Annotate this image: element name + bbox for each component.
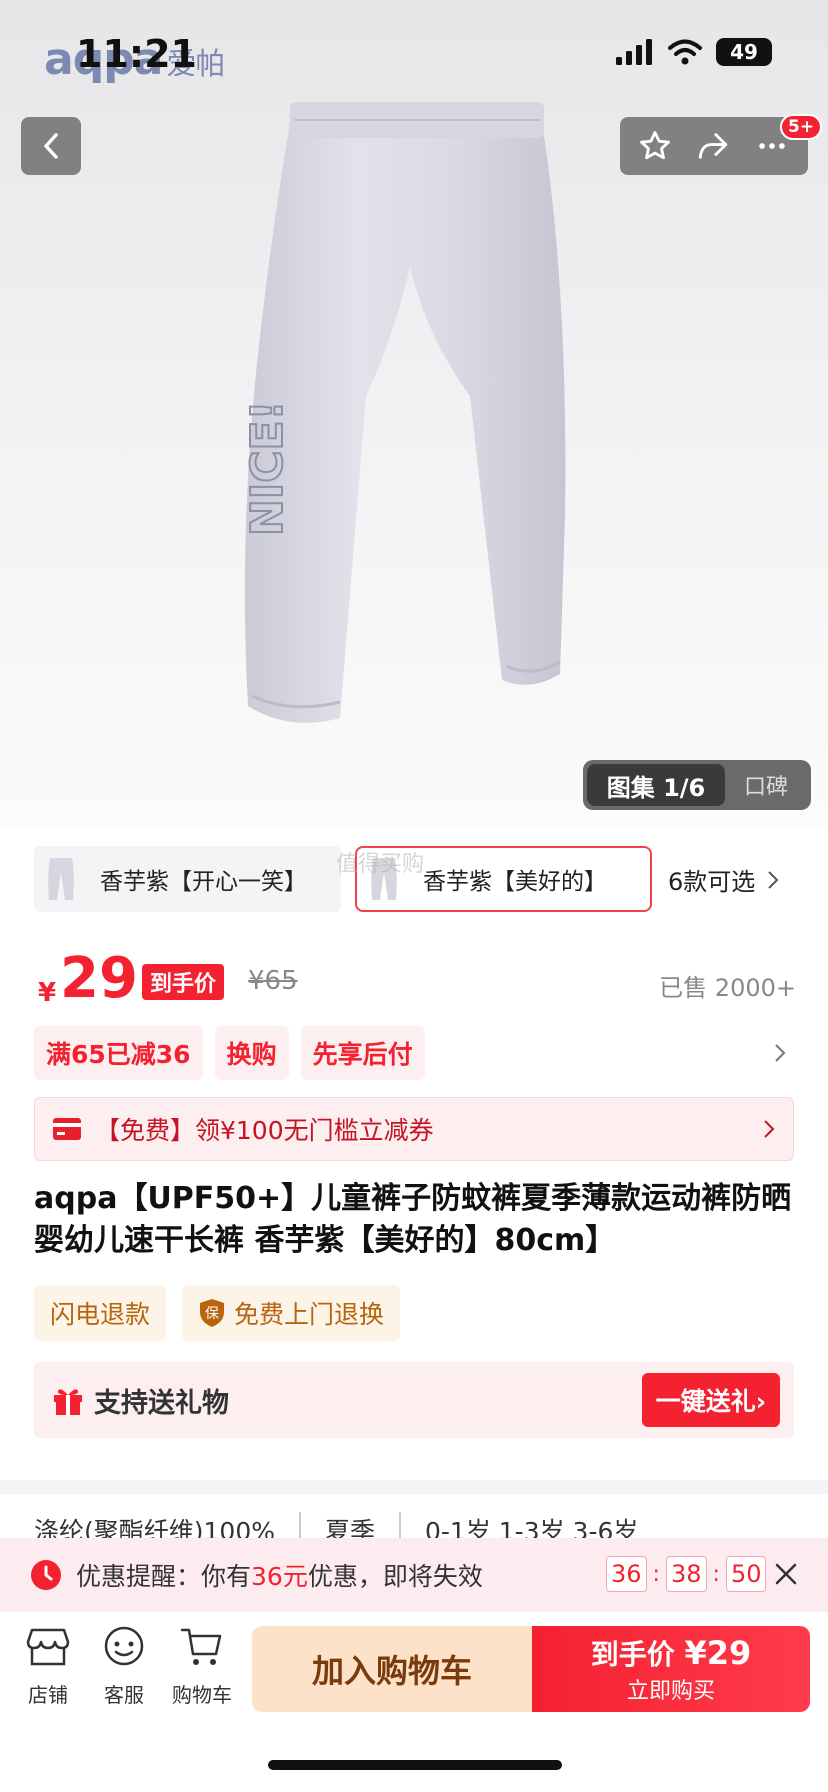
variant-option[interactable]: 香芋紫【开心一笑】 xyxy=(34,846,341,912)
price-row: ¥ 29 到手价 ¥65 已售 2000+ xyxy=(36,946,796,1014)
signal-icon xyxy=(616,39,652,65)
final-price-tag: 到手价 xyxy=(142,964,225,1000)
back-button[interactable] xyxy=(21,117,81,175)
send-gift-button[interactable]: 一键送礼› xyxy=(641,1373,780,1427)
status-icons: 49 xyxy=(616,38,772,66)
product-title: aqpa【UPF50+】儿童裤子防蚊裤夏季薄款运动裤防晒婴幼儿速干长裤 香芋紫【… xyxy=(34,1181,792,1258)
chevron-right-icon[interactable] xyxy=(774,1043,786,1063)
buy-now-button[interactable]: 到手价 ¥29 立即购买 xyxy=(532,1626,810,1712)
service-tag-fast-refund[interactable]: 闪电退款 xyxy=(34,1285,167,1341)
nav-store[interactable]: 店铺 xyxy=(12,1626,84,1708)
svg-text:保: 保 xyxy=(205,1306,219,1322)
shield-icon: 保 xyxy=(200,1299,225,1327)
star-icon[interactable] xyxy=(638,129,672,163)
countdown-seconds: 50 xyxy=(725,1556,767,1592)
gift-banner: 支持送礼物 一键送礼› xyxy=(34,1362,794,1438)
nav-cart[interactable]: 购物车 xyxy=(166,1626,238,1708)
nav-label: 购物车 xyxy=(172,1683,232,1707)
nav-label: 客服 xyxy=(104,1683,144,1707)
reminder-text: 优惠提醒：你有36元优惠，即将失效 xyxy=(76,1562,483,1591)
wifi-icon xyxy=(668,39,702,65)
chevron-right-icon xyxy=(768,870,779,889)
store-icon xyxy=(26,1628,70,1666)
service-tag-free-return[interactable]: 保 免费上门退换 xyxy=(182,1285,401,1341)
currency-symbol: ¥ xyxy=(38,978,57,1008)
gallery-tab-images[interactable]: 图集 1/6 xyxy=(587,764,725,806)
watermark: 值得买购 xyxy=(336,852,425,877)
svg-text:NICE!: NICE! xyxy=(242,400,293,536)
nav-customer-service[interactable]: 客服 xyxy=(88,1626,160,1708)
more-variants-link[interactable]: 6款可选 xyxy=(668,862,779,897)
notification-badge: 5+ xyxy=(780,114,823,140)
home-indicator xyxy=(268,1760,562,1770)
customer-service-icon xyxy=(104,1626,144,1666)
original-price: ¥65 xyxy=(248,966,298,996)
countdown-timer: 36 : 38 : 50 xyxy=(606,1556,767,1592)
close-icon[interactable] xyxy=(772,1560,800,1588)
gallery-switcher[interactable]: 图集 1/6 口碑 xyxy=(583,760,811,810)
service-label: 免费上门退换 xyxy=(234,1300,385,1329)
coupon-card-icon xyxy=(53,1118,81,1140)
final-price: 29 xyxy=(60,946,138,1011)
service-tags: 闪电退款 保 免费上门退换 xyxy=(34,1285,401,1341)
promotion-tags[interactable]: 满65已减36 换购 先享后付 xyxy=(34,1024,794,1082)
add-to-cart-button[interactable]: 加入购物车 xyxy=(252,1626,532,1712)
nav-label: 店铺 xyxy=(28,1683,68,1707)
product-photo: NICE! xyxy=(241,102,566,723)
share-icon[interactable] xyxy=(695,129,731,163)
service-label: 闪电退款 xyxy=(50,1300,151,1329)
gallery-tab-reviews[interactable]: 口碑 xyxy=(725,769,807,801)
countdown-minutes: 38 xyxy=(665,1556,707,1592)
status-time: 11:21 xyxy=(76,32,197,76)
gift-label: 支持送礼物 xyxy=(94,1387,229,1419)
battery-indicator: 49 xyxy=(716,38,772,66)
bottom-action-bar: 店铺 客服 购物车 加入购物车 到手价 ¥29 立即购买 xyxy=(0,1612,828,1792)
discount-reminder-bar: 优惠提醒：你有36元优惠，即将失效 36 : 38 : 50 xyxy=(0,1538,828,1612)
cart-icon xyxy=(180,1628,222,1665)
chevron-left-icon xyxy=(44,133,58,159)
promo-tag[interactable]: 换购 xyxy=(214,1026,289,1080)
chevron-right-icon xyxy=(764,1120,775,1138)
promo-tag[interactable]: 先享后付 xyxy=(300,1026,425,1080)
product-image-area[interactable]: aqpa 爱帕 11:21 49 5+ NICE! 图集 1/6 口碑 xyxy=(0,0,828,826)
variant-thumbnail xyxy=(38,851,84,907)
gift-icon xyxy=(54,1389,82,1415)
variant-label: 香芋紫【美好的】 xyxy=(423,869,607,895)
clock-icon xyxy=(31,1560,61,1590)
countdown-hours: 36 xyxy=(606,1556,647,1592)
coupon-banner[interactable]: 【免费】领¥100无门槛立减券 xyxy=(34,1097,794,1161)
variant-label: 香芋紫【开心一笑】 xyxy=(100,869,307,895)
section-divider xyxy=(0,1480,828,1494)
coupon-label: 【免费】领¥100无门槛立减券 xyxy=(95,1116,434,1145)
more-variants-label: 6款可选 xyxy=(668,868,756,896)
promo-tag[interactable]: 满65已减36 xyxy=(34,1026,203,1080)
buy-now-label: 立即购买 xyxy=(626,1679,715,1704)
sold-count: 已售 2000+ xyxy=(659,974,796,1002)
buy-price-line: 到手价 ¥29 xyxy=(590,1634,752,1672)
